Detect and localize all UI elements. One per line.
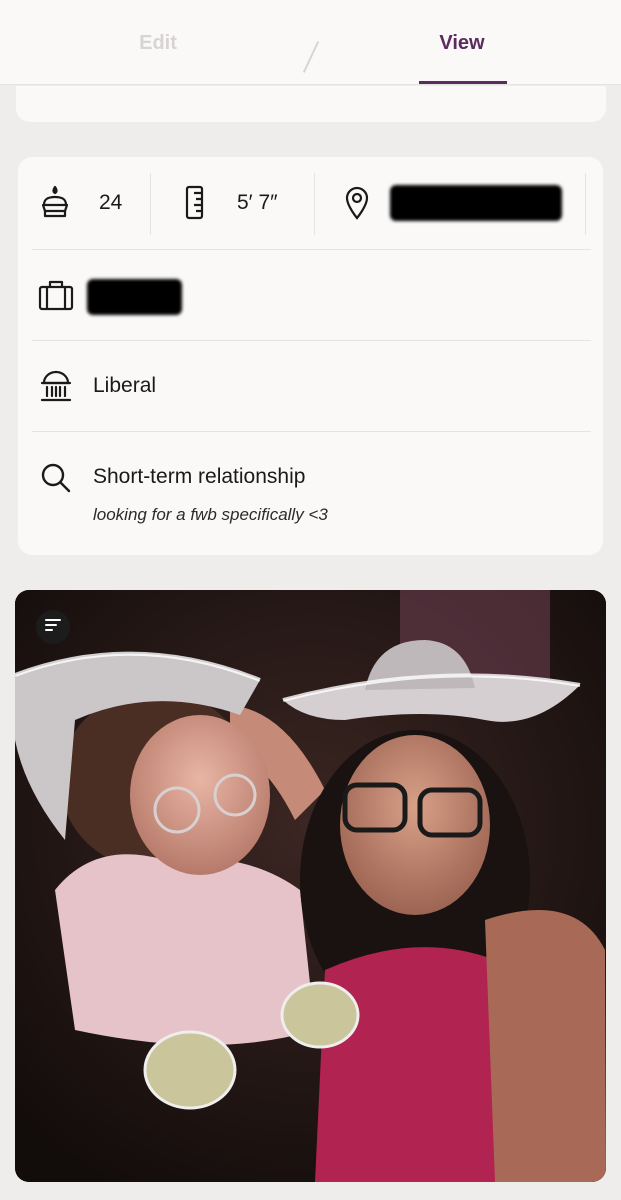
vitals-row: 24 5′ 7″ xyxy=(18,157,603,249)
tab-divider xyxy=(302,41,320,73)
government-building-icon xyxy=(39,369,73,408)
active-tab-indicator xyxy=(419,81,507,84)
tab-view[interactable]: View xyxy=(402,32,522,55)
looking-for-note: looking for a fwb specifically <3 xyxy=(93,505,328,524)
tab-bar: Edit View xyxy=(0,0,621,85)
divider xyxy=(150,173,151,235)
looking-for-label: Short-term relationship xyxy=(93,465,306,488)
photo-prompt-button[interactable] xyxy=(36,610,70,644)
ruler-icon xyxy=(185,185,205,226)
job-redacted xyxy=(87,279,182,315)
divider xyxy=(585,173,586,235)
search-icon xyxy=(40,462,72,499)
row-separator xyxy=(32,249,591,250)
birthday-cake-icon xyxy=(40,185,70,226)
text-lines-icon xyxy=(44,618,62,637)
profile-info-card: 24 5′ 7″ Liberal Short-term relationship… xyxy=(18,157,603,555)
briefcase-icon xyxy=(38,279,74,316)
age-value: 24 xyxy=(99,191,123,214)
previous-card xyxy=(16,86,606,122)
divider xyxy=(314,173,315,235)
row-separator xyxy=(32,340,591,341)
tab-edit[interactable]: Edit xyxy=(98,32,218,55)
row-separator xyxy=(32,431,591,432)
location-pin-icon xyxy=(344,185,370,226)
height-value: 5′ 7″ xyxy=(237,191,278,214)
politics-label: Liberal xyxy=(93,374,157,397)
profile-photo[interactable] xyxy=(15,590,606,1182)
location-redacted xyxy=(390,185,562,221)
